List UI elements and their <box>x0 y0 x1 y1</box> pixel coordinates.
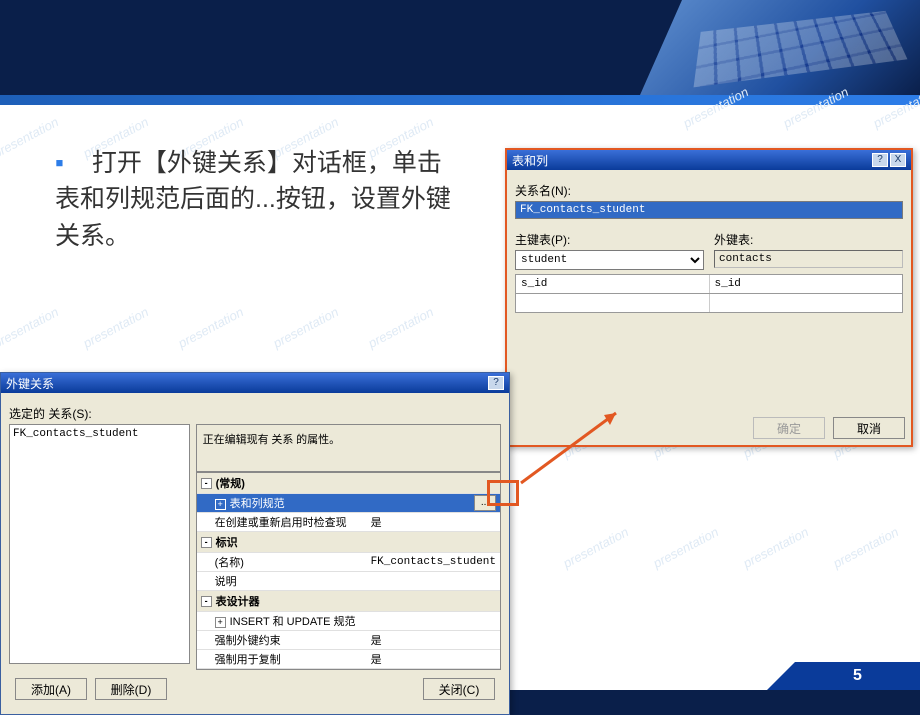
help-icon[interactable]: ? <box>488 376 504 390</box>
fk-table-readonly: contacts <box>714 250 903 268</box>
watermark: presentation <box>0 114 61 161</box>
add-button[interactable]: 添加(A) <box>15 678 87 700</box>
pk-table-label: 主键表(P): <box>515 231 704 248</box>
dialog-titlebar[interactable]: 表和列 ? X <box>507 150 911 170</box>
prop-desc-value[interactable] <box>367 580 500 582</box>
prop-desc-label: 说明 <box>197 572 367 590</box>
watermark: presentation <box>81 304 151 351</box>
cancel-button[interactable]: 取消 <box>833 417 905 439</box>
category-table-designer: 表设计器 <box>216 593 260 609</box>
watermark: presentation <box>561 524 631 571</box>
instruction-text: ▪打开【外键关系】对话框，单击表和列规范后面的...按钮，设置外键关系。 <box>55 145 465 254</box>
watermark: presentation <box>0 304 61 351</box>
relation-list[interactable]: FK_contacts_student <box>9 424 190 664</box>
fk-column-cell[interactable]: s_id <box>709 275 903 293</box>
delete-button[interactable]: 删除(D) <box>95 678 167 700</box>
edit-message: 正在编辑现有 关系 的属性。 <box>196 424 501 472</box>
watermark: presentation <box>271 304 341 351</box>
watermark: presentation <box>651 524 721 571</box>
pk-table-select[interactable]: student <box>515 250 704 270</box>
prop-name-value[interactable]: FK_contacts_student <box>367 555 500 569</box>
relation-name-input[interactable] <box>515 201 903 219</box>
page-number: 5 <box>795 662 920 690</box>
selected-relation-label: 选定的 关系(S): <box>9 405 501 422</box>
column-empty[interactable] <box>516 294 709 312</box>
help-icon[interactable]: ? <box>872 153 888 167</box>
watermark: presentation <box>741 524 811 571</box>
watermark: presentation <box>831 524 901 571</box>
watermark: presentation <box>176 304 246 351</box>
prop-enforce-label: 强制外键约束 <box>197 631 367 649</box>
prop-enforce-value[interactable]: 是 <box>367 631 500 649</box>
dialog-title: 表和列 <box>512 152 548 169</box>
keyboard-image <box>640 0 920 95</box>
ok-button[interactable]: 确定 <box>753 417 825 439</box>
column-empty[interactable] <box>709 294 903 312</box>
close-icon[interactable]: X <box>890 153 906 167</box>
close-button[interactable]: 关闭(C) <box>423 678 495 700</box>
instruction-content: 打开【外键关系】对话框，单击表和列规范后面的...按钮，设置外键关系。 <box>55 149 451 250</box>
ellipsis-button[interactable]: ... <box>474 495 496 511</box>
prop-check-value[interactable]: 是 <box>367 513 500 531</box>
slide-header <box>0 0 920 95</box>
prop-replication-value[interactable]: 是 <box>367 650 500 668</box>
prop-name-label: (名称) <box>197 553 367 571</box>
dialog-titlebar[interactable]: 外键关系 ? <box>1 373 509 393</box>
prop-insert-update: INSERT 和 UPDATE 规范 <box>230 616 356 628</box>
bullet-icon: ▪ <box>55 149 64 177</box>
collapse-icon[interactable]: - <box>201 537 212 548</box>
expand-icon[interactable]: + <box>215 617 226 628</box>
expand-icon[interactable]: + <box>215 499 226 510</box>
category-identity: 标识 <box>216 534 238 550</box>
prop-check-label: 在创建或重新启用时检查现 <box>197 513 367 531</box>
foreign-key-dialog: 外键关系 ? 选定的 关系(S): FK_contacts_student 正在… <box>0 372 510 715</box>
tables-columns-dialog: 表和列 ? X 关系名(N): 主键表(P): student 外键表: con… <box>505 148 913 447</box>
prop-replication-label: 强制用于复制 <box>197 650 367 668</box>
dialog-title: 外键关系 <box>6 375 54 392</box>
relation-name-label: 关系名(N): <box>515 182 903 199</box>
property-grid: -(常规) +表和列规范 ... 在创建或重新启用时检查现是 -标识 (名称)F… <box>196 472 501 670</box>
relation-item[interactable]: FK_contacts_student <box>13 428 186 440</box>
collapse-icon[interactable]: - <box>201 478 212 489</box>
collapse-icon[interactable]: - <box>201 596 212 607</box>
watermark: presentation <box>366 304 436 351</box>
prop-table-columns[interactable]: +表和列规范 ... <box>197 494 500 513</box>
pk-column-cell[interactable]: s_id <box>516 275 709 293</box>
category-general: (常规) <box>216 475 245 491</box>
header-bar <box>0 95 920 105</box>
fk-table-label: 外键表: <box>714 231 903 248</box>
